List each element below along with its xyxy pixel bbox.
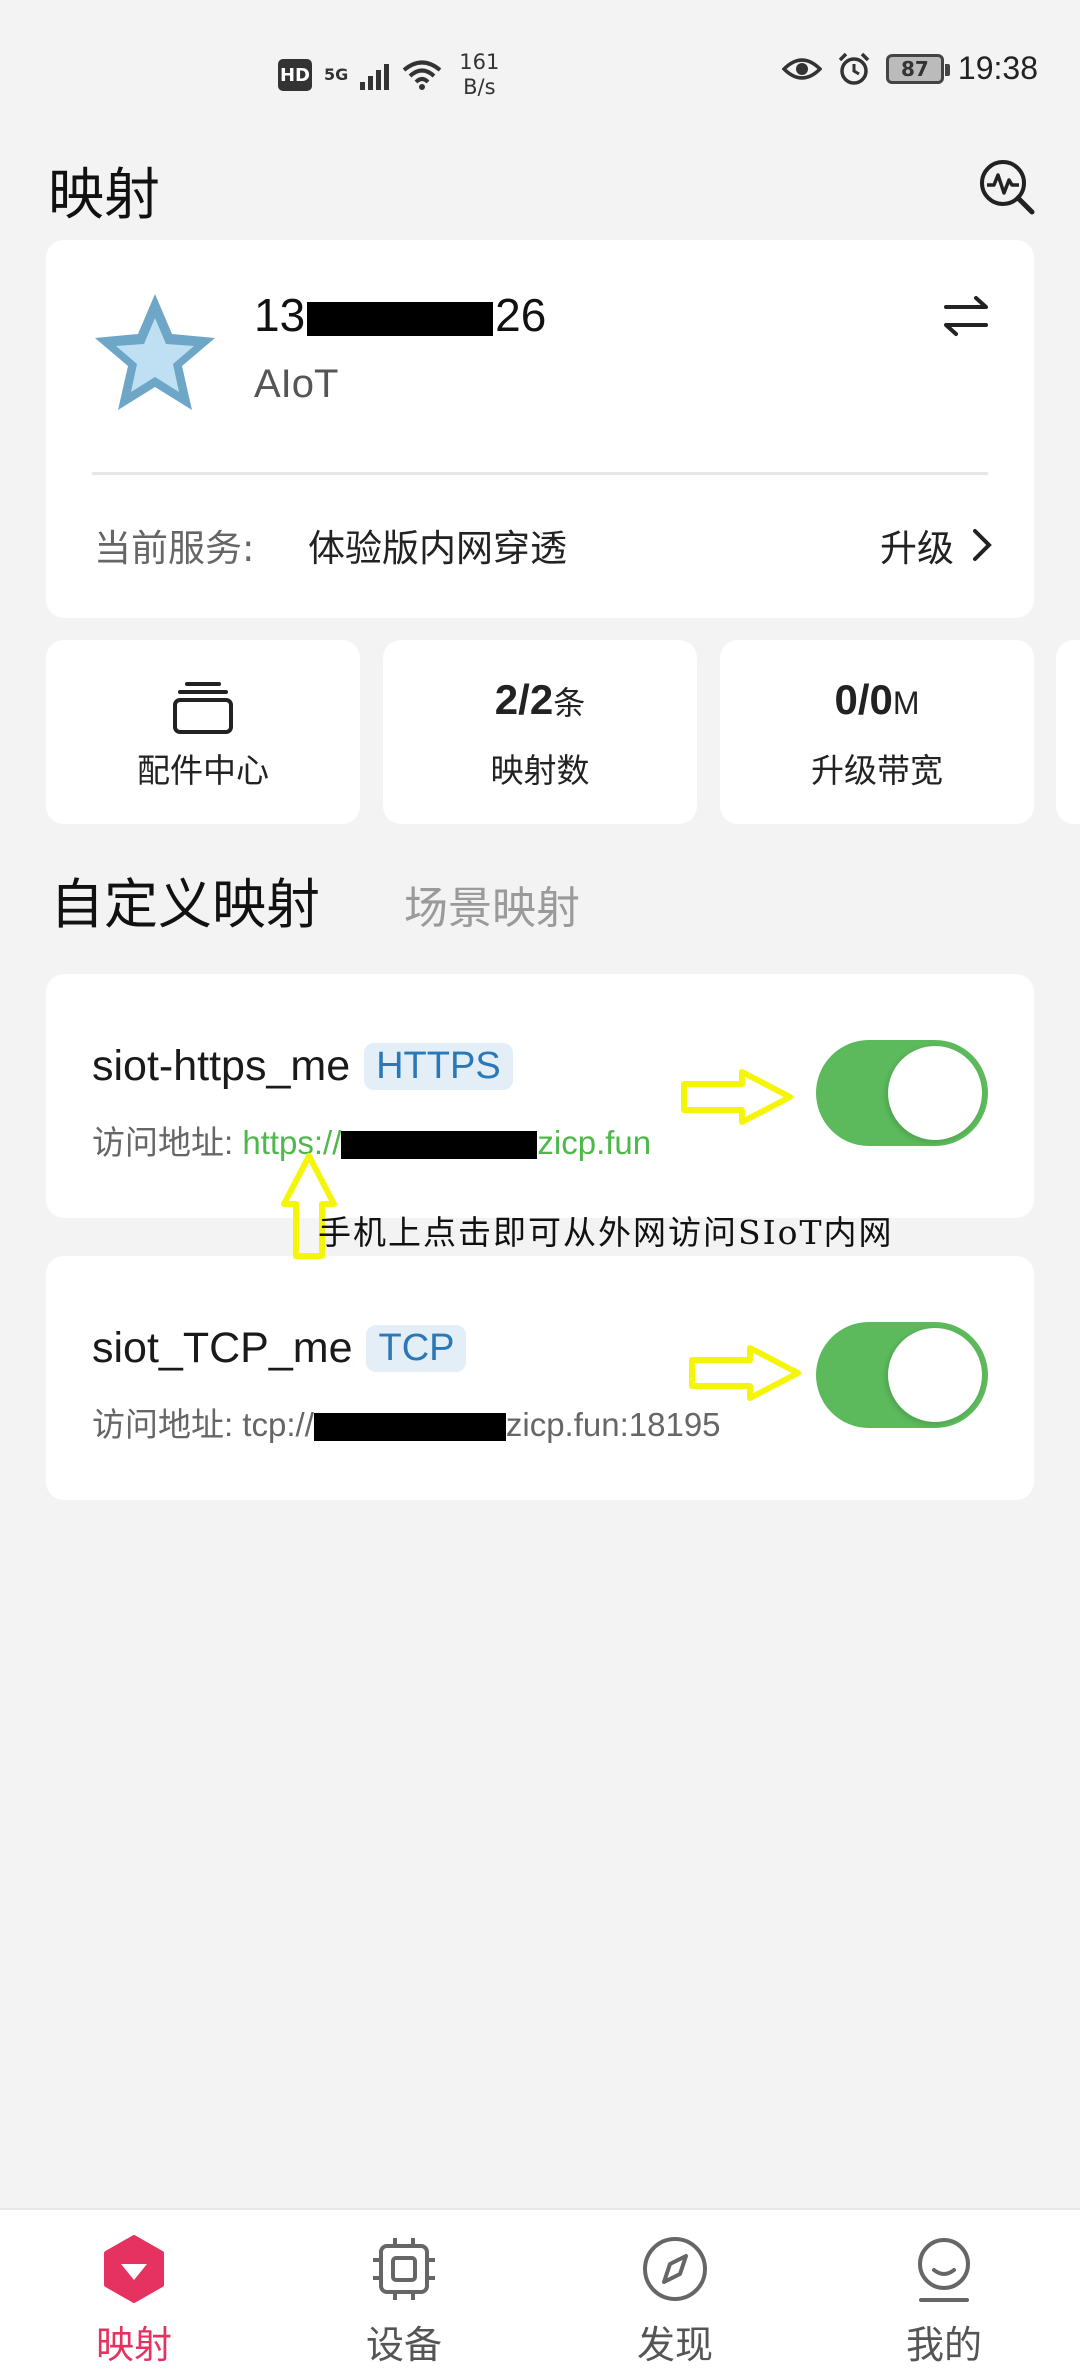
annotation-text: 手机上点击即可从外网访问SIoT内网 — [318, 1213, 894, 1252]
mapping-name-text: siot_TCP_me — [92, 1324, 353, 1372]
activity-monitor-icon[interactable] — [978, 158, 1036, 216]
clock: 19:38 — [957, 50, 1038, 86]
service-label: 当前服务: — [94, 527, 255, 570]
wifi-icon — [402, 60, 442, 90]
status-bar: HD 5G 161 B/s 87 19:38 — [0, 0, 1080, 140]
switch-account-icon[interactable] — [940, 290, 992, 342]
status-left: HD 5G 161 B/s — [278, 50, 499, 100]
user-icon — [918, 2238, 970, 2302]
net-speed-unit: B/s — [463, 75, 496, 99]
mapping-card-tcp[interactable]: siot_TCP_me TCP 访问地址: tcp:// zicp.fun:181… — [46, 1256, 1034, 1500]
stat-card-partial[interactable] — [1056, 640, 1080, 824]
nav-label: 设备 — [365, 2323, 442, 2367]
account-id-prefix: 13 — [254, 289, 306, 341]
protocol-badge: TCP — [366, 1325, 467, 1372]
mapping-address[interactable]: 访问地址: tcp:// zicp.fun:18195 — [92, 1398, 721, 1446]
account-card[interactable]: 13 26 AIoT 当前服务: 体验版内网穿透 升级 — [46, 240, 1034, 618]
mapping-toggle[interactable] — [816, 1322, 988, 1428]
address-suffix: zicp.fun:18195 — [505, 1406, 721, 1443]
alarm-icon — [838, 52, 870, 85]
mapping-name: siot-https_me HTTPS — [92, 1042, 513, 1091]
signal-icon — [360, 60, 390, 90]
stat-value: 2/2条 — [383, 676, 697, 724]
chip-icon — [373, 2238, 435, 2300]
account-id-suffix: 26 — [495, 289, 547, 341]
redacted-block — [341, 1131, 538, 1160]
stat-value: 0/0M — [720, 676, 1034, 724]
address-label: 访问地址: — [92, 1406, 234, 1443]
nav-item-devices[interactable]: 设备 — [314, 2234, 494, 2374]
upgrade-link[interactable]: 升级 — [880, 518, 992, 572]
mapping-nav-icon — [104, 2235, 164, 2303]
chevron-right-icon — [973, 529, 992, 561]
mapping-name: siot_TCP_me TCP — [92, 1324, 467, 1373]
battery-icon: 87 — [885, 53, 950, 84]
network-type: 5G — [324, 65, 349, 84]
address-prefix: tcp:// — [242, 1406, 314, 1443]
nav-item-discover[interactable]: 发现 — [585, 2234, 765, 2374]
star-avatar-icon — [95, 294, 215, 410]
nav-label: 我的 — [905, 2323, 982, 2367]
mapping-address[interactable]: 访问地址: https://zicp.fun — [92, 1116, 651, 1164]
redacted-block — [313, 1413, 506, 1442]
nav-item-profile[interactable]: 我的 — [854, 2234, 1034, 2374]
protocol-badge: HTTPS — [364, 1043, 513, 1090]
address-label: 访问地址: — [92, 1124, 234, 1161]
arrow-right-annotation-icon — [689, 1345, 801, 1401]
nav-item-mapping[interactable]: 映射 — [44, 2234, 224, 2374]
stat-number: 0/0 — [834, 676, 893, 723]
mapping-card-https[interactable]: siot-https_me HTTPS 访问地址: https://zicp.f… — [46, 974, 1034, 1218]
stat-label: 升级带宽 — [811, 751, 943, 790]
account-org: AIoT — [254, 362, 339, 406]
mapping-toggle[interactable] — [816, 1040, 988, 1146]
account-id: 13 26 — [254, 288, 546, 342]
stat-unit: 条 — [553, 685, 586, 721]
upgrade-label: 升级 — [880, 527, 954, 570]
page-title: 映射 — [48, 163, 160, 228]
stat-label: 映射数 — [490, 751, 590, 790]
redacted-block — [307, 301, 494, 336]
eye-icon — [781, 57, 822, 80]
stat-card-accessories[interactable]: 配件中心 — [46, 640, 360, 824]
toggle-knob — [888, 1328, 982, 1422]
net-speed-value: 161 — [459, 50, 500, 74]
stat-unit: M — [892, 685, 920, 721]
nav-label: 发现 — [636, 2323, 713, 2367]
net-speed: 161 B/s — [459, 50, 499, 100]
hd-icon: HD — [278, 59, 312, 91]
status-right: 87 19:38 — [781, 50, 1038, 87]
stat-card-mappings[interactable]: 2/2条 映射数 — [383, 640, 697, 824]
stat-number: 2/2 — [494, 676, 554, 723]
mapping-name-text: siot-https_me — [92, 1042, 351, 1090]
arrow-right-annotation-icon — [681, 1069, 793, 1125]
tab-custom-mapping[interactable]: 自定义映射 — [50, 860, 320, 939]
stat-label: 配件中心 — [137, 751, 269, 790]
tab-scene-mapping[interactable]: 场景映射 — [404, 872, 580, 936]
nav-label: 映射 — [95, 2323, 172, 2367]
bottom-nav: 映射 设备 发现 我的 — [0, 2208, 1080, 2376]
layers-icon — [173, 682, 233, 734]
compass-icon — [643, 2237, 707, 2301]
address-suffix[interactable]: zicp.fun — [537, 1124, 651, 1161]
stat-card-bandwidth[interactable]: 0/0M 升级带宽 — [720, 640, 1034, 824]
divider — [92, 472, 988, 475]
toggle-knob — [888, 1046, 982, 1140]
service-value: 体验版内网穿透 — [308, 527, 567, 570]
